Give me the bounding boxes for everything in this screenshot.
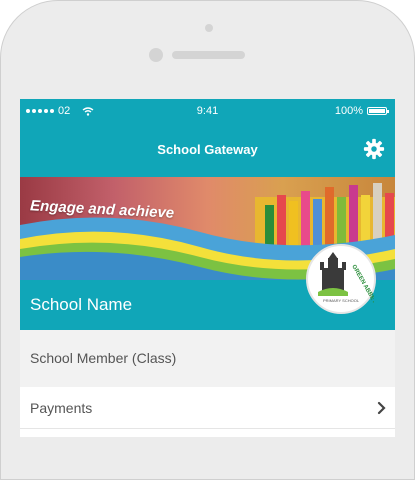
menu-item-label: Payments bbox=[30, 400, 93, 416]
school-logo: GREEN ABBEY PRIMARY SCHOOL bbox=[306, 244, 377, 314]
app-screen: 02 9:41 100% School Gateway Engage and a… bbox=[20, 99, 395, 437]
battery-icon bbox=[367, 107, 389, 115]
earpiece-speaker bbox=[172, 51, 245, 59]
status-bar: 02 9:41 100% bbox=[20, 99, 395, 124]
school-name: School Name bbox=[30, 295, 133, 314]
school-member-row: School Member (Class) bbox=[20, 330, 395, 387]
chevron-right-icon bbox=[377, 401, 386, 415]
gear-icon[interactable] bbox=[363, 138, 385, 160]
school-member-label: School Member (Class) bbox=[30, 350, 177, 366]
nav-bar: School Gateway bbox=[20, 124, 395, 177]
page-title: School Gateway bbox=[157, 142, 258, 157]
logo-bottom-text: PRIMARY SCHOOL bbox=[323, 298, 360, 303]
camera-dot bbox=[205, 24, 213, 32]
proximity-sensor bbox=[149, 48, 163, 62]
battery-percent: 100% bbox=[334, 105, 363, 117]
menu-item-payments[interactable]: Payments bbox=[20, 388, 395, 429]
